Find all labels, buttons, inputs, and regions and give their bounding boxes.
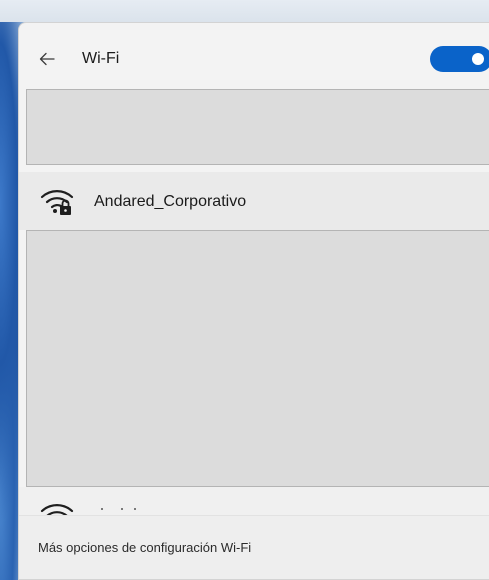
desktop-background <box>0 0 489 22</box>
wifi-icon <box>40 504 74 515</box>
wifi-flyout-panel: Wi-Fi Andared_Corporativo Más opciones d… <box>18 22 489 580</box>
back-button[interactable] <box>37 49 57 69</box>
wifi-footer: Más opciones de configuración Wi-Fi <box>19 515 489 579</box>
redacted-region-network-details <box>26 230 489 487</box>
network-item-partial[interactable] <box>19 487 489 515</box>
wifi-secured-icon <box>40 190 74 215</box>
cut-off-network-name <box>101 508 136 510</box>
page-title: Wi-Fi <box>82 50 120 67</box>
network-item[interactable]: Andared_Corporativo <box>19 172 489 230</box>
more-wifi-settings-link[interactable]: Más opciones de configuración Wi-Fi <box>38 539 251 557</box>
redacted-region-top <box>26 89 489 165</box>
network-name: Andared_Corporativo <box>94 193 247 210</box>
arrow-left-icon <box>39 52 55 66</box>
wifi-header: Wi-Fi <box>19 23 489 87</box>
toggle-knob <box>472 53 484 65</box>
wifi-toggle[interactable] <box>430 46 489 72</box>
